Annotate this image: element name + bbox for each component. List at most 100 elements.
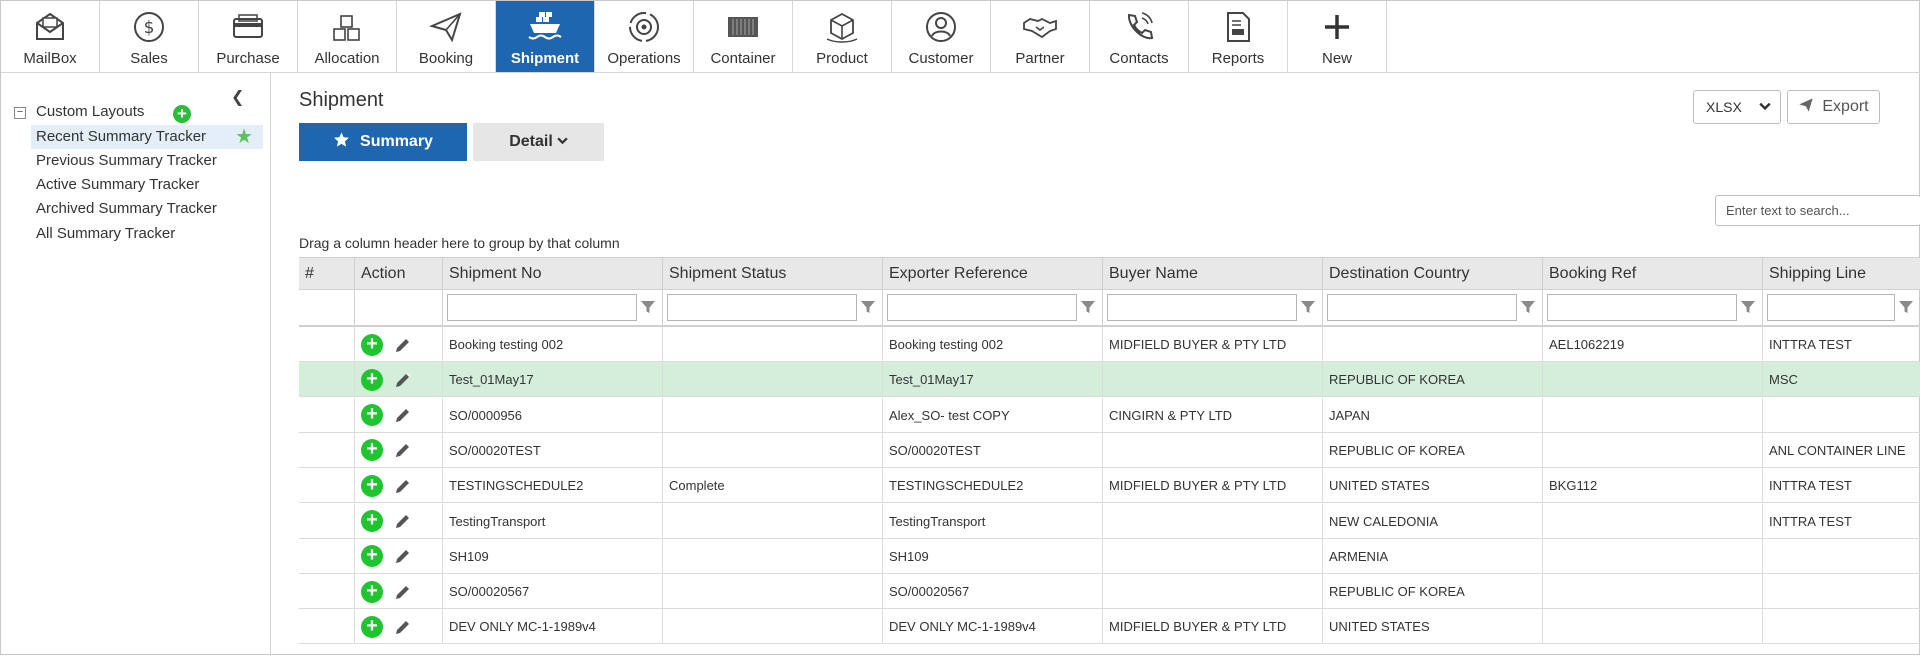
nav-allocation[interactable]: Allocation — [298, 1, 397, 73]
sidebar-layout-item[interactable]: All Summary Tracker — [31, 222, 263, 246]
table-row[interactable]: + TestingTransport TestingTransport NEW CAL… — [299, 503, 1920, 539]
add-layout-icon[interactable]: + — [173, 105, 191, 123]
column-header[interactable]: Buyer Name — [1103, 258, 1323, 289]
column-filter-input[interactable] — [1547, 294, 1737, 321]
pencil-icon[interactable] — [393, 335, 413, 355]
pencil-icon[interactable] — [393, 546, 413, 566]
export-format-select[interactable]: XLSX — [1693, 90, 1781, 124]
table-row[interactable]: + SO/00020TEST SO/00020TEST REPUBLIC OF KOR… — [299, 432, 1920, 468]
table-row[interactable]: + Test_01May17 Test_01May17 REPUBLIC OF KOR… — [299, 362, 1920, 398]
add-icon[interactable]: + — [361, 333, 383, 356]
filter-funnel-icon[interactable] — [1080, 299, 1096, 315]
filter-funnel-icon[interactable] — [640, 299, 656, 315]
column-header[interactable]: Booking Ref — [1543, 258, 1763, 289]
nav-label: Purchase — [216, 50, 280, 67]
cell-line: MSC — [1763, 362, 1920, 397]
summary-button[interactable]: Summary — [299, 123, 467, 161]
nav-sales[interactable]: $ Sales — [100, 1, 199, 73]
column-header[interactable]: # — [299, 258, 355, 289]
column-filter-input[interactable] — [1327, 294, 1517, 321]
top-navigation: MailBox $ Sales Purchase Allocation Booking Sh… — [1, 1, 1387, 73]
cell-buyer — [1103, 362, 1323, 398]
cell-buyer — [1103, 574, 1323, 610]
cell-country: REPUBLIC OF KOREA — [1323, 432, 1543, 468]
filter-funnel-icon[interactable] — [1898, 299, 1914, 315]
nav-label: Contacts — [1109, 50, 1169, 67]
pencil-icon[interactable] — [393, 582, 413, 602]
add-icon[interactable]: + — [361, 474, 383, 497]
grid-search-input[interactable] — [1715, 195, 1920, 226]
tree-collapse-toggle[interactable]: − — [14, 107, 26, 119]
mailbox-icon — [32, 1, 68, 45]
favorite-star-icon[interactable]: ★ — [235, 127, 253, 147]
table-row[interactable]: + DEV ONLY MC-1-1989v4 DEV ONLY MC-1-1989v… — [299, 609, 1920, 645]
table-row[interactable]: + TESTINGSCHEDULE2 Complete TESTINGSCHEDULE… — [299, 468, 1920, 504]
column-header[interactable]: Shipping Line — [1763, 258, 1920, 289]
nav-mailbox[interactable]: MailBox — [1, 1, 100, 73]
cell-shipment-no: SH109 — [443, 538, 663, 574]
sidebar-layout-item[interactable]: Archived Summary Tracker — [31, 197, 263, 221]
column-header[interactable]: Exporter Reference — [883, 258, 1103, 289]
column-header[interactable]: Destination Country — [1323, 258, 1543, 289]
nav-label: Booking — [418, 50, 474, 67]
column-filter-input[interactable] — [667, 294, 857, 321]
pencil-icon[interactable] — [393, 370, 413, 390]
add-icon[interactable]: + — [361, 404, 383, 427]
nav-partner[interactable]: Partner — [991, 1, 1090, 73]
column-header[interactable]: Action — [355, 258, 443, 289]
nav-reports[interactable]: Reports — [1189, 1, 1288, 73]
nav-booking[interactable]: Booking — [397, 1, 496, 73]
table-row[interactable]: + SH109 SH109 ARMENIA — [299, 538, 1920, 574]
nav-contacts[interactable]: Contacts — [1090, 1, 1189, 73]
column-header[interactable]: Shipment No — [443, 258, 663, 289]
table-row[interactable]: + SO/00020567 SO/00020567 REPUBLIC OF KOREA — [299, 574, 1920, 610]
table-row[interactable]: + SO/0000956 Alex_SO- test COPY CINGIRN & P… — [299, 397, 1920, 433]
column-header[interactable]: Shipment Status — [663, 258, 883, 289]
nav-product[interactable]: Product — [793, 1, 892, 73]
nav-shipment[interactable]: Shipment — [496, 1, 595, 73]
add-icon[interactable]: + — [361, 368, 383, 391]
cell-country: ARMENIA — [1323, 538, 1543, 574]
nav-operations[interactable]: Operations — [595, 1, 694, 73]
cell-status — [663, 609, 883, 645]
table-row[interactable]: + Booking testing 002 Booking testing 002 M… — [299, 327, 1920, 362]
sidebar-layout-item[interactable]: Recent Summary Tracker ★ — [31, 125, 263, 149]
add-icon[interactable]: + — [361, 615, 383, 638]
sidebar-layout-item[interactable]: Active Summary Tracker — [31, 173, 263, 197]
nav-label: Shipment — [510, 50, 580, 67]
nav-label: Container — [710, 50, 776, 67]
filter-funnel-icon[interactable] — [1300, 299, 1316, 315]
nav-label: Sales — [130, 50, 168, 67]
pencil-icon[interactable] — [393, 440, 413, 460]
nav-container[interactable]: Container — [694, 1, 793, 73]
paper-plane-icon — [1798, 97, 1814, 118]
export-button[interactable]: Export — [1787, 90, 1880, 124]
custom-layouts-label: Custom Layouts — [36, 103, 145, 120]
column-filter-input[interactable] — [887, 294, 1077, 321]
pencil-icon[interactable] — [393, 476, 413, 496]
collapse-sidebar-icon[interactable]: ❮ — [231, 87, 244, 107]
detail-dropdown-button[interactable]: Detail — [473, 123, 604, 161]
nav-new[interactable]: New — [1288, 1, 1387, 73]
add-icon[interactable]: + — [361, 545, 383, 568]
add-icon[interactable]: + — [361, 580, 383, 603]
add-icon[interactable]: + — [361, 439, 383, 462]
nav-purchase[interactable]: Purchase — [199, 1, 298, 73]
pencil-icon[interactable] — [393, 405, 413, 425]
column-filter-input[interactable] — [1767, 294, 1895, 321]
column-filter-input[interactable] — [1107, 294, 1297, 321]
boxes-icon — [329, 1, 365, 45]
add-icon[interactable]: + — [361, 510, 383, 532]
filter-funnel-icon[interactable] — [1520, 299, 1536, 315]
column-filter-input[interactable] — [447, 294, 637, 321]
sidebar-layout-item[interactable]: Previous Summary Tracker — [31, 149, 263, 173]
nav-customer[interactable]: Customer — [892, 1, 991, 73]
filter-funnel-icon[interactable] — [860, 299, 876, 315]
filter-cell — [299, 290, 355, 325]
pencil-icon[interactable] — [393, 617, 413, 637]
pencil-icon[interactable] — [393, 511, 413, 531]
cell-booking-ref — [1543, 397, 1763, 433]
cell-exporter-ref: SO/00020TEST — [883, 432, 1103, 468]
filter-cell — [663, 290, 883, 325]
filter-funnel-icon[interactable] — [1740, 299, 1756, 315]
